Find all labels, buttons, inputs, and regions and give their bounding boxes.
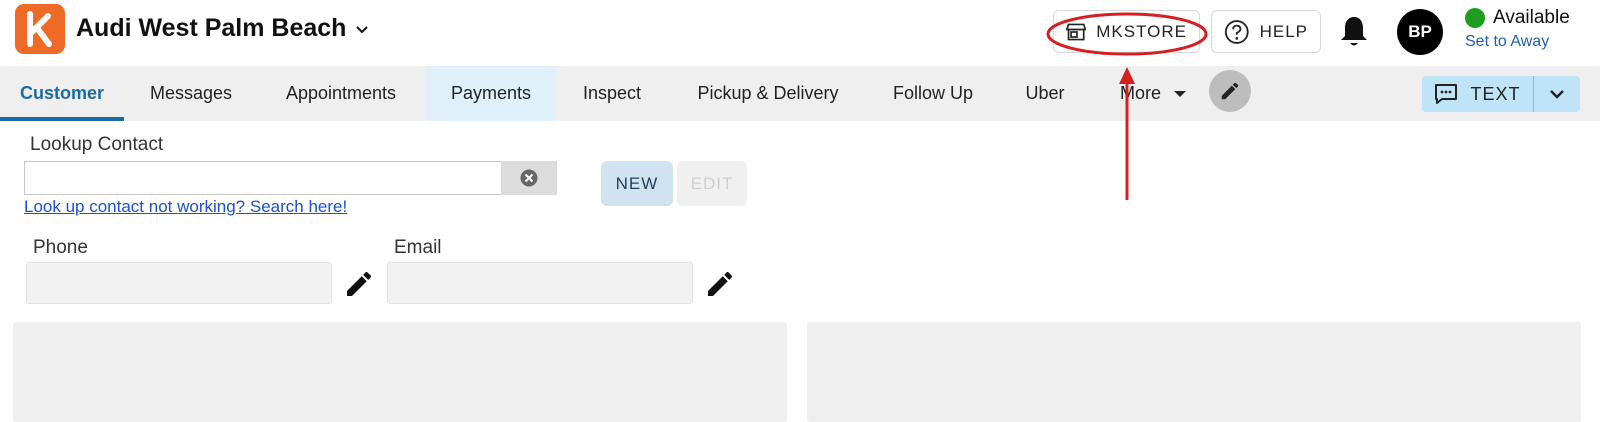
text-split-button: TEXT [1422,76,1580,112]
tab-appointments[interactable]: Appointments [270,66,412,121]
help-icon [1224,19,1249,44]
text-button-label: TEXT [1470,83,1521,104]
dealer-name: Audi West Palm Beach [76,14,347,42]
tab-messages[interactable]: Messages [139,66,243,121]
phone-field[interactable] [26,262,332,304]
dealer-selector[interactable]: Audi West Palm Beach [76,14,370,43]
tab-pickup-delivery[interactable]: Pickup & Delivery [688,66,848,121]
avatar-initials: BP [1408,22,1432,41]
status-text: Available [1493,7,1570,28]
nav-bar: Customer Messages Appointments Payments … [0,66,1600,121]
right-content-panel [807,322,1581,422]
tab-follow-up[interactable]: Follow Up [884,66,982,121]
left-content-panel [13,322,787,422]
set-to-away-link[interactable]: Set to Away [1465,33,1549,51]
status-indicator [1465,8,1485,28]
clear-lookup-button[interactable] [501,161,557,195]
tab-inspect[interactable]: Inspect [574,66,650,121]
email-label: Email [394,237,442,258]
edit-email-pencil-icon[interactable] [704,268,736,300]
phone-label: Phone [33,237,88,258]
user-avatar[interactable]: BP [1397,9,1443,55]
clear-icon [520,169,538,187]
lookup-help-link[interactable]: Look up contact not working? Search here… [24,197,347,217]
k-logo-icon [27,11,52,47]
lookup-contact-input[interactable] [24,161,502,195]
top-bar: Audi West Palm Beach MKSTORE HELP BP Ava… [0,0,1600,66]
notifications-bell-icon[interactable] [1338,14,1370,48]
message-icon [1435,84,1458,104]
tab-customer[interactable]: Customer [0,66,124,121]
text-button[interactable]: TEXT [1422,76,1534,112]
lookup-contact-label: Lookup Contact [30,134,164,155]
help-button[interactable]: HELP [1211,10,1321,53]
email-field[interactable] [387,262,693,304]
edit-phone-pencil-icon[interactable] [343,268,375,300]
chevron-down-icon [1550,90,1564,99]
tab-payments[interactable]: Payments [426,66,556,121]
text-dropdown-toggle[interactable] [1534,76,1580,112]
help-label: HELP [1259,21,1308,41]
chevron-down-icon [356,25,369,33]
edit-contact-button[interactable]: EDIT [677,161,747,206]
annotation-overlay [1046,12,1208,200]
new-contact-button[interactable]: NEW [601,161,673,206]
app-logo[interactable] [15,4,65,54]
